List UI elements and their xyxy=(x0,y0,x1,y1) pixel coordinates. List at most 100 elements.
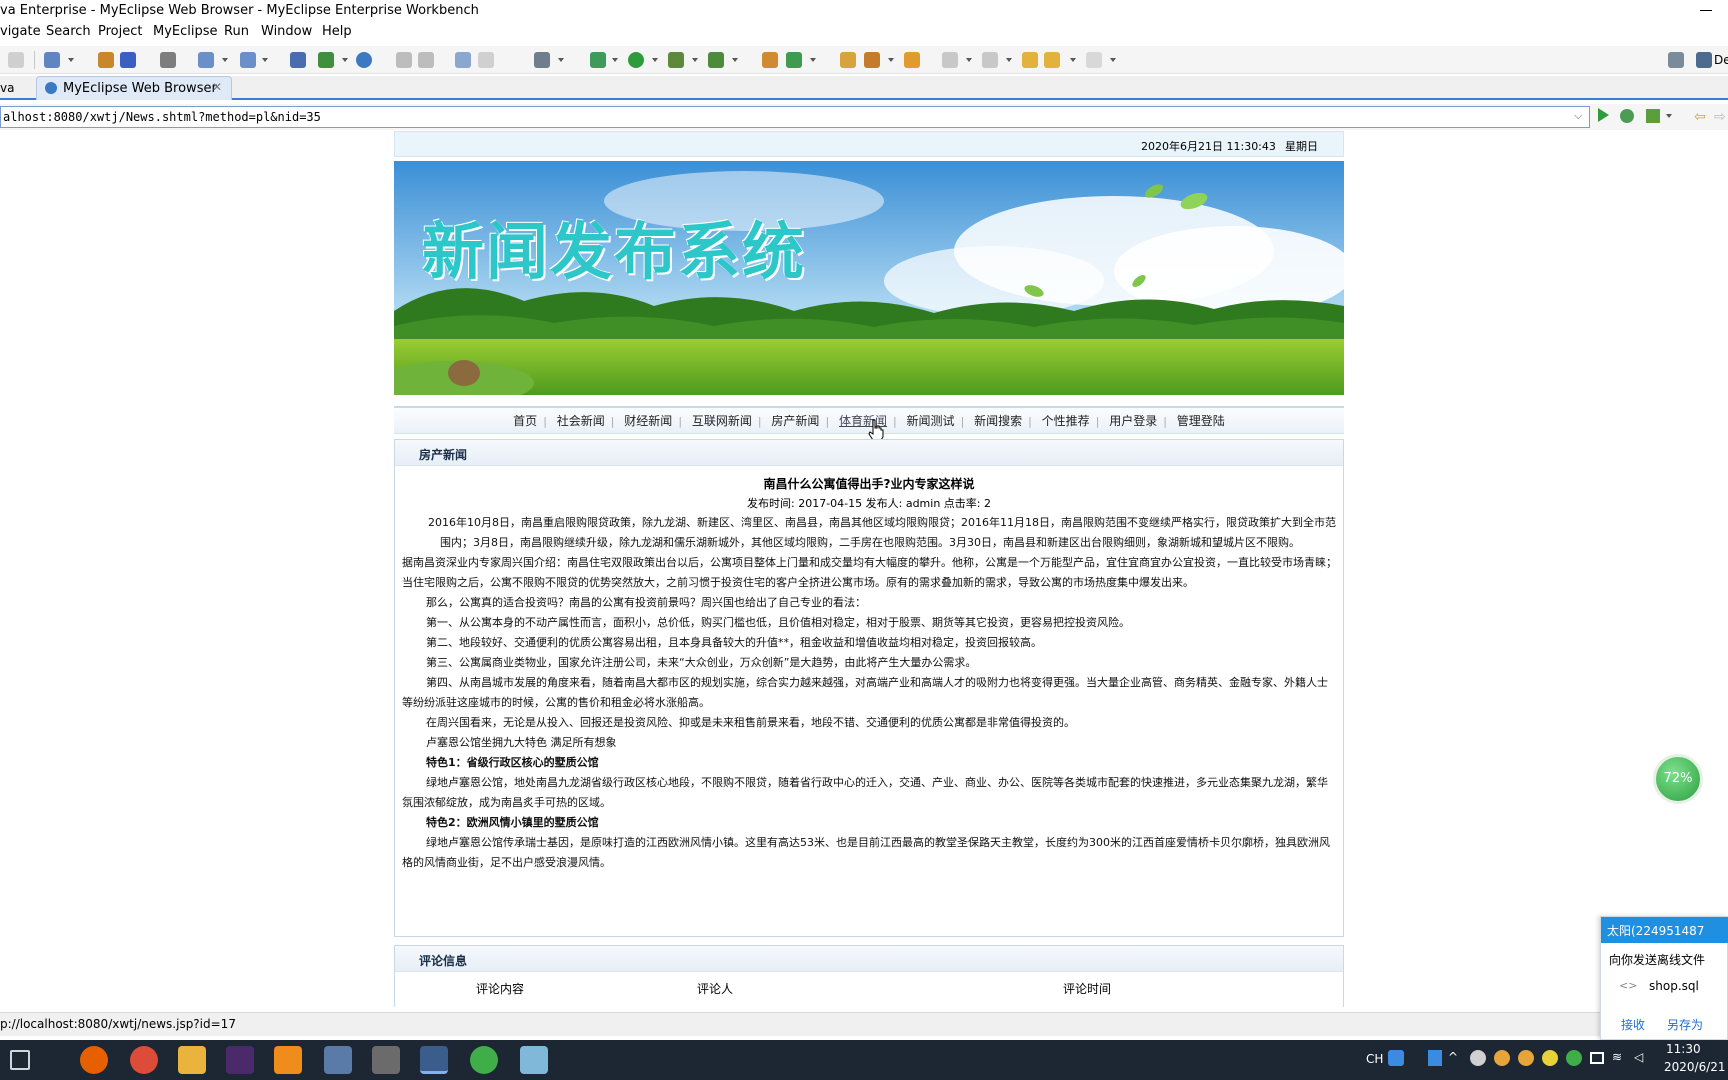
print-icon[interactable] xyxy=(8,52,24,68)
chevron-down-icon[interactable] xyxy=(888,58,894,62)
chevron-down-icon[interactable] xyxy=(732,58,738,62)
menu-window[interactable]: Window xyxy=(261,24,312,39)
chevron-down-icon[interactable] xyxy=(1006,58,1012,62)
new-package-icon[interactable] xyxy=(786,52,802,68)
bookmark-icon[interactable] xyxy=(1646,109,1660,123)
run-server-icon[interactable] xyxy=(240,52,256,68)
minimize-icon[interactable] xyxy=(1700,10,1712,11)
annotation-icon[interactable] xyxy=(942,52,958,68)
chevron-down-icon[interactable] xyxy=(692,58,698,62)
accept-button[interactable]: 接收 xyxy=(1621,1016,1645,1033)
myeclipse-icon[interactable] xyxy=(420,1046,448,1074)
go-icon[interactable] xyxy=(1598,108,1609,122)
chevron-up-icon[interactable]: ^ xyxy=(1448,1050,1458,1064)
game-icon[interactable] xyxy=(226,1046,254,1074)
debug-icon[interactable] xyxy=(1620,109,1634,123)
app-icon[interactable] xyxy=(324,1046,352,1074)
chevron-down-icon[interactable] xyxy=(558,58,564,62)
chevron-down-icon[interactable] xyxy=(222,58,228,62)
perspective-icon[interactable] xyxy=(1696,52,1712,68)
chevron-down-icon[interactable] xyxy=(262,58,268,62)
chevron-down-icon[interactable] xyxy=(1070,58,1076,62)
url-input[interactable]: alhost:8080/xwtj/News.shtml?method=pl&ni… xyxy=(0,106,1590,128)
qq-tray-icon[interactable] xyxy=(1388,1050,1404,1066)
wifi-icon[interactable]: ≋ xyxy=(1612,1050,1622,1064)
database-icon[interactable] xyxy=(120,52,136,68)
settings-tray-icon[interactable] xyxy=(1470,1050,1486,1066)
new-icon[interactable] xyxy=(44,52,60,68)
nav-test[interactable]: 新闻测试 xyxy=(901,408,961,434)
save-as-button[interactable]: 另存为 xyxy=(1667,1016,1703,1033)
network-speed-widget[interactable]: 72% xyxy=(1653,754,1703,804)
deploy-icon[interactable] xyxy=(198,52,214,68)
open-type-icon[interactable] xyxy=(455,52,471,68)
file-explorer-icon[interactable] xyxy=(178,1046,206,1074)
next-annotation-icon[interactable] xyxy=(982,52,998,68)
nav-user-login[interactable]: 用户登录 xyxy=(1103,408,1163,434)
globe-icon[interactable] xyxy=(356,52,372,68)
camera-icon[interactable] xyxy=(534,52,550,68)
window-icon[interactable] xyxy=(290,52,306,68)
sublime-icon[interactable] xyxy=(274,1046,302,1074)
chevron-down-icon[interactable]: ⌵ xyxy=(1574,109,1582,123)
tab-web-browser[interactable]: MyEclipse Web Browser ✕ xyxy=(36,76,232,100)
nav-search[interactable]: 新闻搜索 xyxy=(968,408,1028,434)
notepad-icon[interactable] xyxy=(520,1046,548,1074)
tab-java[interactable]: va xyxy=(0,81,14,95)
forward-icon[interactable] xyxy=(1086,52,1102,68)
chevron-down-icon[interactable] xyxy=(612,58,618,62)
chrome-icon[interactable] xyxy=(130,1046,158,1074)
refresh-icon[interactable] xyxy=(418,52,434,68)
tray-clock-date[interactable]: 2020/6/21 xyxy=(1664,1060,1726,1074)
wechat-tray-icon[interactable] xyxy=(1566,1050,1582,1066)
nav-society[interactable]: 社会新闻 xyxy=(551,408,611,434)
chat-title[interactable]: 太阳(224951487 xyxy=(1601,917,1728,943)
browser-app-icon[interactable] xyxy=(470,1046,498,1074)
debug-icon[interactable] xyxy=(590,52,606,68)
search-icon[interactable] xyxy=(478,52,494,68)
history-icon[interactable] xyxy=(396,52,412,68)
menu-navigate[interactable]: vigate xyxy=(0,24,41,39)
battery-icon[interactable] xyxy=(1590,1052,1604,1064)
back-icon[interactable]: ⇦ xyxy=(1694,109,1706,125)
coverage-icon[interactable] xyxy=(668,52,684,68)
volume-icon[interactable]: ◁ xyxy=(1634,1050,1643,1064)
marker-icon[interactable] xyxy=(904,52,920,68)
chevron-down-icon[interactable] xyxy=(1110,58,1116,62)
chevron-down-icon[interactable] xyxy=(652,58,658,62)
open-folder-icon[interactable] xyxy=(840,52,856,68)
run-icon[interactable] xyxy=(628,52,644,68)
firefox-icon[interactable] xyxy=(80,1046,108,1074)
nav-realestate[interactable]: 房产新闻 xyxy=(765,408,825,434)
server-icon[interactable] xyxy=(160,52,176,68)
security-tray-icon[interactable] xyxy=(1542,1050,1558,1066)
notes-tray-icon[interactable] xyxy=(1428,1050,1442,1066)
chevron-down-icon[interactable] xyxy=(1666,114,1672,118)
menu-search[interactable]: Search xyxy=(46,24,91,39)
back-icon[interactable] xyxy=(1044,52,1060,68)
external-tools-icon[interactable] xyxy=(708,52,724,68)
ime-indicator[interactable]: CH xyxy=(1366,1052,1383,1066)
menu-run[interactable]: Run xyxy=(224,24,249,39)
nav-finance[interactable]: 财经新闻 xyxy=(618,408,678,434)
chevron-down-icon[interactable] xyxy=(966,58,972,62)
menu-project[interactable]: Project xyxy=(98,24,142,39)
nav-recommend[interactable]: 个性推荐 xyxy=(1036,408,1096,434)
chevron-down-icon[interactable] xyxy=(810,58,816,62)
menu-myeclipse[interactable]: MyEclipse xyxy=(153,24,218,39)
qq-penguin-icon[interactable] xyxy=(1494,1050,1510,1066)
chevron-down-icon[interactable] xyxy=(342,58,348,62)
tools-app-icon[interactable] xyxy=(372,1046,400,1074)
menu-help[interactable]: Help xyxy=(322,24,352,39)
close-icon[interactable]: ✕ xyxy=(212,80,222,94)
chevron-down-icon[interactable] xyxy=(68,58,74,62)
tray-clock-time[interactable]: 11:30 xyxy=(1666,1042,1701,1056)
last-edit-icon[interactable] xyxy=(1022,52,1038,68)
tools-icon[interactable] xyxy=(864,52,880,68)
export-icon[interactable] xyxy=(318,52,334,68)
open-perspective-icon[interactable] xyxy=(1668,52,1684,68)
nav-home[interactable]: 首页 xyxy=(507,408,543,434)
forward-icon[interactable]: ⇨ xyxy=(1714,109,1726,125)
nav-admin-login[interactable]: 管理登陆 xyxy=(1171,408,1231,434)
nav-internet[interactable]: 互联网新闻 xyxy=(686,408,758,434)
